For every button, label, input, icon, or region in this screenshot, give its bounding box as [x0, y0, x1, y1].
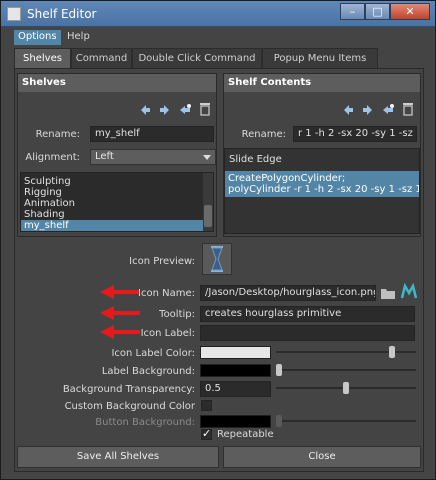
label-background-swatch[interactable] — [200, 364, 271, 377]
shelves-list-scrollbar[interactable] — [203, 173, 213, 231]
list-item-line: polyCylinder -r 1 -h 2 -sx 20 -sy 1 -sz … — [228, 184, 420, 195]
delete-shelf-icon[interactable] — [198, 102, 212, 116]
list-item[interactable]: Slide Edge — [225, 149, 419, 171]
shelf-contents-heading: Shelf Contents — [224, 74, 420, 92]
close-window-button[interactable]: ✕ — [390, 3, 430, 20]
background-transparency-field[interactable]: 0.5 — [200, 381, 271, 397]
list-item[interactable]: my_shelf — [21, 220, 213, 231]
move-shelf-up-icon[interactable] — [138, 102, 152, 116]
shelf-rename-field[interactable]: my_shelf — [90, 126, 214, 142]
alignment-label: Alignment: — [25, 152, 80, 163]
tooltip-field[interactable]: creates hourglass primitive — [200, 306, 415, 322]
menu-bar: Options Help — [1, 28, 435, 46]
minimize-button[interactable]: – — [340, 3, 365, 20]
tab-double-click-command[interactable]: Double Click Command — [132, 48, 262, 68]
tab-command[interactable]: Command — [71, 48, 132, 68]
button-background-label: Button Background: — [95, 417, 195, 428]
app-icon — [7, 7, 21, 21]
chevron-down-icon — [203, 155, 211, 160]
move-item-left-icon[interactable] — [341, 102, 355, 116]
item-rename-field[interactable]: r 1 -h 2 -sx 20 -sy 1 -sz 1... — [293, 126, 417, 142]
new-shelf-icon[interactable] — [178, 102, 192, 116]
list-item[interactable]: Sculpting — [21, 176, 213, 187]
item-rename-label: Rename: — [241, 129, 286, 140]
close-button[interactable]: Close — [223, 446, 421, 468]
menu-help[interactable]: Help — [63, 30, 94, 45]
shelves-panel: Shelves Rename: my_shelf Alignment: Left… — [17, 73, 217, 237]
selected-list-item[interactable]: CreatePolygonCylinder; polyCylinder -r 1… — [225, 171, 419, 197]
icon-name-field[interactable]: /Jason/Desktop/hourglass_icon.png — [200, 285, 376, 301]
repeatable-label: Repeatable — [217, 429, 274, 440]
move-item-right-icon[interactable] — [361, 102, 375, 116]
background-transparency-slider[interactable] — [276, 381, 416, 395]
tab-shelves[interactable]: Shelves — [14, 48, 71, 68]
shelf-rename-label: Rename: — [35, 129, 80, 140]
background-transparency-label: Background Transparency: — [62, 384, 195, 395]
slider-knob[interactable] — [389, 346, 395, 358]
icon-label-color-swatch[interactable] — [200, 346, 271, 359]
button-background-slider — [276, 414, 416, 428]
alignment-dropdown[interactable]: Left — [90, 149, 216, 165]
save-all-shelves-button[interactable]: Save All Shelves — [17, 446, 219, 468]
slider-knob[interactable] — [276, 364, 282, 376]
folder-icon[interactable] — [380, 285, 396, 301]
maya-logo-icon[interactable] — [400, 282, 418, 301]
icon-label-field[interactable] — [200, 325, 415, 341]
icon-label-color-label: Icon Label Color: — [111, 348, 195, 359]
menu-options[interactable]: Options — [14, 30, 61, 45]
custom-background-color-checkbox[interactable] — [201, 400, 212, 411]
icon-label-color-slider[interactable] — [276, 345, 416, 359]
window-title: Shelf Editor — [27, 7, 97, 21]
list-item[interactable]: Shading — [21, 209, 213, 220]
list-item[interactable]: Rigging — [21, 187, 213, 198]
list-item[interactable]: Animation — [21, 198, 213, 209]
shelves-list[interactable]: Sculpting Rigging Animation Shading my_shelf — [20, 172, 214, 232]
repeatable-checkbox[interactable] — [201, 427, 212, 440]
slider-knob[interactable] — [343, 382, 349, 394]
duplicate-item-icon[interactable] — [381, 102, 395, 116]
shelves-heading: Shelves — [18, 74, 216, 92]
delete-item-icon[interactable] — [401, 102, 415, 116]
tab-popup-menu-items[interactable]: Popup Menu Items — [262, 48, 378, 68]
slider-knob — [276, 415, 282, 427]
icon-name-label: Icon Name: — [138, 288, 195, 299]
title-bar[interactable]: Shelf Editor – □ ✕ — [1, 1, 435, 27]
icon-label-label: Icon Label: — [140, 328, 195, 339]
custom-background-color-label: Custom Background Color — [64, 401, 195, 412]
shelf-contents-panel: Shelf Contents Rename: r 1 -h 2 -sx 20 -… — [223, 73, 421, 237]
alignment-value: Left — [95, 151, 114, 162]
move-shelf-down-icon[interactable] — [158, 102, 172, 116]
tooltip-label: Tooltip: — [159, 309, 195, 320]
maximize-button[interactable]: □ — [365, 3, 390, 20]
hourglass-icon — [202, 243, 232, 275]
list-item-line: CreatePolygonCylinder; — [228, 173, 346, 184]
scrollbar-thumb[interactable] — [204, 205, 212, 227]
label-background-label: Label Background: — [101, 366, 195, 377]
label-background-slider[interactable] — [276, 363, 416, 377]
shelf-contents-list[interactable]: Slide Edge CreatePolygonCylinder; polyCy… — [224, 148, 420, 234]
tab-content: Shelves Rename: my_shelf Alignment: Left… — [14, 68, 424, 472]
icon-preview-label: Icon Preview: — [129, 256, 195, 267]
shelf-editor-window: Shelf Editor – □ ✕ Options Help Shelves … — [0, 0, 436, 480]
